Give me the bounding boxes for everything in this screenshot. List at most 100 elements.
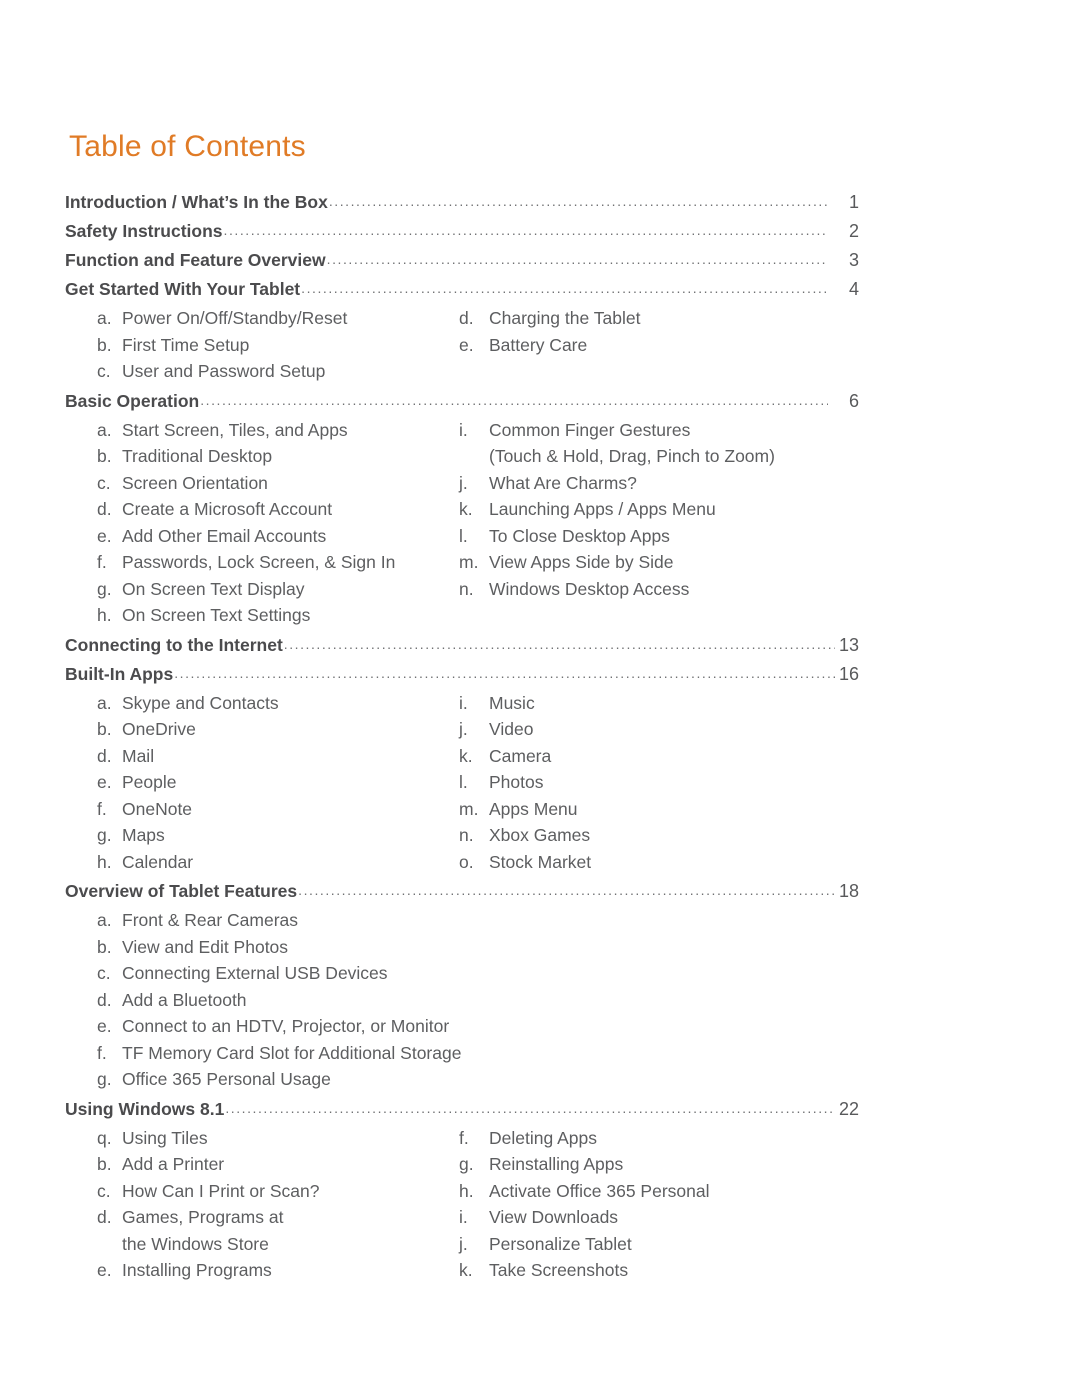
toc-subitem-label: Front & Rear Cameras (122, 910, 299, 930)
toc-entry[interactable]: Built-In Apps 16 (65, 660, 859, 689)
toc-subitem[interactable]: e. Battery Care (459, 332, 845, 359)
toc-subitem-marker: d. (459, 308, 474, 328)
toc-subitem[interactable]: a. Skype and Contacts (97, 690, 445, 717)
toc-subitem[interactable]: f. OneNote (97, 796, 445, 823)
toc-subitem[interactable]: g. Maps (97, 822, 445, 849)
toc-entry[interactable]: Introduction / What’s In the Box 1 (65, 188, 859, 217)
toc-subitem-label: Traditional Desktop (122, 446, 273, 466)
toc-entry[interactable]: Get Started With Your Tablet 4 (65, 275, 859, 304)
toc-subitem[interactable]: i. View Downloads (459, 1204, 845, 1231)
toc-subitem-column-right: d. Charging the Tablet e. Battery Care (445, 305, 845, 385)
toc-subitem[interactable]: k. Camera (459, 743, 845, 770)
dot-leader (301, 278, 828, 296)
toc-subitem[interactable]: d. Add a Bluetooth (97, 987, 445, 1014)
toc-entry[interactable]: Function and Feature Overview 3 (65, 246, 859, 275)
toc-subitem[interactable]: j. Personalize Tablet (459, 1231, 845, 1258)
toc-subitem[interactable]: a. Front & Rear Cameras (97, 907, 445, 934)
toc-subitem[interactable]: b. OneDrive (97, 716, 445, 743)
toc-subitem[interactable]: h. Calendar (97, 849, 445, 876)
toc-subitem[interactable]: e. Connect to an HDTV, Projector, or Moni… (97, 1013, 449, 1040)
toc-subitem-group: a. Front & Rear Cameras b. View and Edit Ph… (64, 906, 890, 1093)
toc-subitem[interactable]: g. Office 365 Personal Usage (97, 1066, 445, 1093)
toc-subitem[interactable]: b. First Time Setup (97, 332, 445, 359)
toc-subitem[interactable]: k. Take Screenshots (459, 1257, 845, 1284)
toc-subitem[interactable]: c. Connecting External USB Devices (97, 960, 445, 987)
toc-subitem-marker: g. (97, 1069, 112, 1089)
toc-subitem[interactable]: i. Common Finger Gestures (459, 417, 845, 444)
toc-subitem-label: Charging the Tablet (489, 308, 641, 328)
toc-subitem-marker: j. (459, 472, 468, 493)
toc-subitem[interactable]: d. Games, Programs at (97, 1204, 445, 1231)
toc-page-number: 4 (848, 279, 859, 299)
dot-leader (225, 1097, 835, 1115)
toc-entry[interactable]: Safety Instructions 2 (65, 217, 859, 246)
toc-subitem-marker: l. (459, 772, 468, 792)
toc-subitem[interactable]: n. Xbox Games (459, 822, 845, 849)
toc-subitem-marker: j. (459, 1233, 468, 1254)
toc-subitem[interactable]: c. User and Password Setup (97, 358, 445, 385)
toc-page-number: 13 (838, 634, 859, 655)
toc-subitem[interactable]: f. TF Memory Card Slot for Additional Sto… (97, 1040, 461, 1067)
toc-subitem-marker: d. (97, 1207, 112, 1227)
toc-subitem-marker: e. (97, 525, 112, 546)
toc-subitem[interactable]: k. Launching Apps / Apps Menu (459, 496, 845, 523)
toc-subitem-label: Video (489, 719, 534, 739)
toc-subitem[interactable]: i. Music (459, 690, 845, 717)
toc-subitem-label: View Downloads (489, 1207, 619, 1227)
toc-subitem[interactable]: d. Charging the Tablet (459, 305, 845, 332)
toc-subitem-marker: e. (97, 1016, 112, 1036)
toc-subitem[interactable]: j. What Are Charms? (459, 470, 845, 497)
toc-subitem-label: Connecting External USB Devices (122, 963, 388, 983)
toc-subitem-marker: e. (97, 772, 112, 792)
toc-subitem-marker: n. (459, 825, 474, 845)
toc-subitem[interactable]: e. Add Other Email Accounts (97, 523, 445, 550)
toc-subitem[interactable]: d. Create a Microsoft Account (97, 496, 445, 523)
toc-subitem[interactable]: the Windows Store (97, 1231, 445, 1258)
toc-subitem-label: OneNote (122, 798, 193, 819)
toc-subitem[interactable]: m. Apps Menu (459, 796, 845, 823)
toc-subitem[interactable]: q. Using Tiles (97, 1125, 445, 1152)
toc-subitem-label: Connect to an HDTV, Projector, or Monito… (122, 1016, 450, 1036)
toc-subitem-marker: k. (459, 499, 473, 519)
toc-subitem-label: On Screen Text Settings (122, 605, 311, 625)
toc-subitem[interactable]: h. On Screen Text Settings (97, 602, 445, 629)
toc-subitem[interactable]: b. Traditional Desktop (97, 443, 445, 470)
toc-subitem[interactable]: e. People (97, 769, 445, 796)
toc-subitem[interactable]: l. To Close Desktop Apps (459, 523, 845, 550)
toc-subitem-marker: d. (97, 499, 112, 519)
toc-subitem-label: What Are Charms? (489, 472, 637, 493)
toc-entry[interactable]: Overview of Tablet Features 18 (65, 877, 859, 906)
toc-page-number: 22 (838, 1098, 859, 1119)
toc-subitem[interactable]: e. Installing Programs (97, 1257, 445, 1284)
toc-subitem[interactable]: g. On Screen Text Display (97, 576, 445, 603)
toc-entry[interactable]: Connecting to the Internet 13 (65, 631, 859, 660)
toc-subitem-label: Mail (122, 745, 155, 766)
dot-leader (329, 191, 828, 209)
toc-subitem[interactable]: d. Mail (97, 743, 445, 770)
toc-subitem[interactable]: (Touch & Hold, Drag, Pinch to Zoom) (459, 443, 845, 470)
toc-subitem-label: (Touch & Hold, Drag, Pinch to Zoom) (489, 446, 775, 466)
toc-subitem[interactable]: f. Passwords, Lock Screen, & Sign In (97, 549, 445, 576)
toc-subitem[interactable]: n. Windows Desktop Access (459, 576, 845, 603)
toc-subitem[interactable]: a. Start Screen, Tiles, and Apps (97, 417, 445, 444)
toc-entry[interactable]: Using Windows 8.1 22 (65, 1095, 859, 1124)
toc-subitem[interactable]: l. Photos (459, 769, 845, 796)
toc-subitem-label: People (122, 772, 177, 792)
toc-subitem[interactable]: m. View Apps Side by Side (459, 549, 845, 576)
toc-subitem[interactable]: c. How Can I Print or Scan? (97, 1178, 445, 1205)
toc-subitem-label: Stock Market (489, 851, 592, 872)
toc-subitem[interactable]: f. Deleting Apps (459, 1125, 845, 1152)
toc-subitem[interactable]: h. Activate Office 365 Personal (459, 1178, 845, 1205)
toc-page-number: 1 (848, 192, 859, 212)
toc-entry[interactable]: Basic Operation 6 (65, 387, 859, 416)
toc-subitem[interactable]: b. Add a Printer (97, 1151, 445, 1178)
toc-subitem[interactable]: j. Video (459, 716, 845, 743)
toc-subitem[interactable]: c. Screen Orientation (97, 470, 445, 497)
toc-subitem[interactable]: b. View and Edit Photos (97, 934, 445, 961)
toc-subitem-group: q. Using Tiles b. Add a Printer c. How Can I … (64, 1124, 890, 1284)
toc-subitem[interactable]: a. Power On/Off/Standby/Reset (97, 305, 445, 332)
toc-subitem[interactable]: g. Reinstalling Apps (459, 1151, 845, 1178)
toc-subitem-marker: j. (459, 719, 468, 739)
page-title: Table of Contents (69, 130, 306, 163)
toc-subitem[interactable]: o. Stock Market (459, 849, 845, 876)
